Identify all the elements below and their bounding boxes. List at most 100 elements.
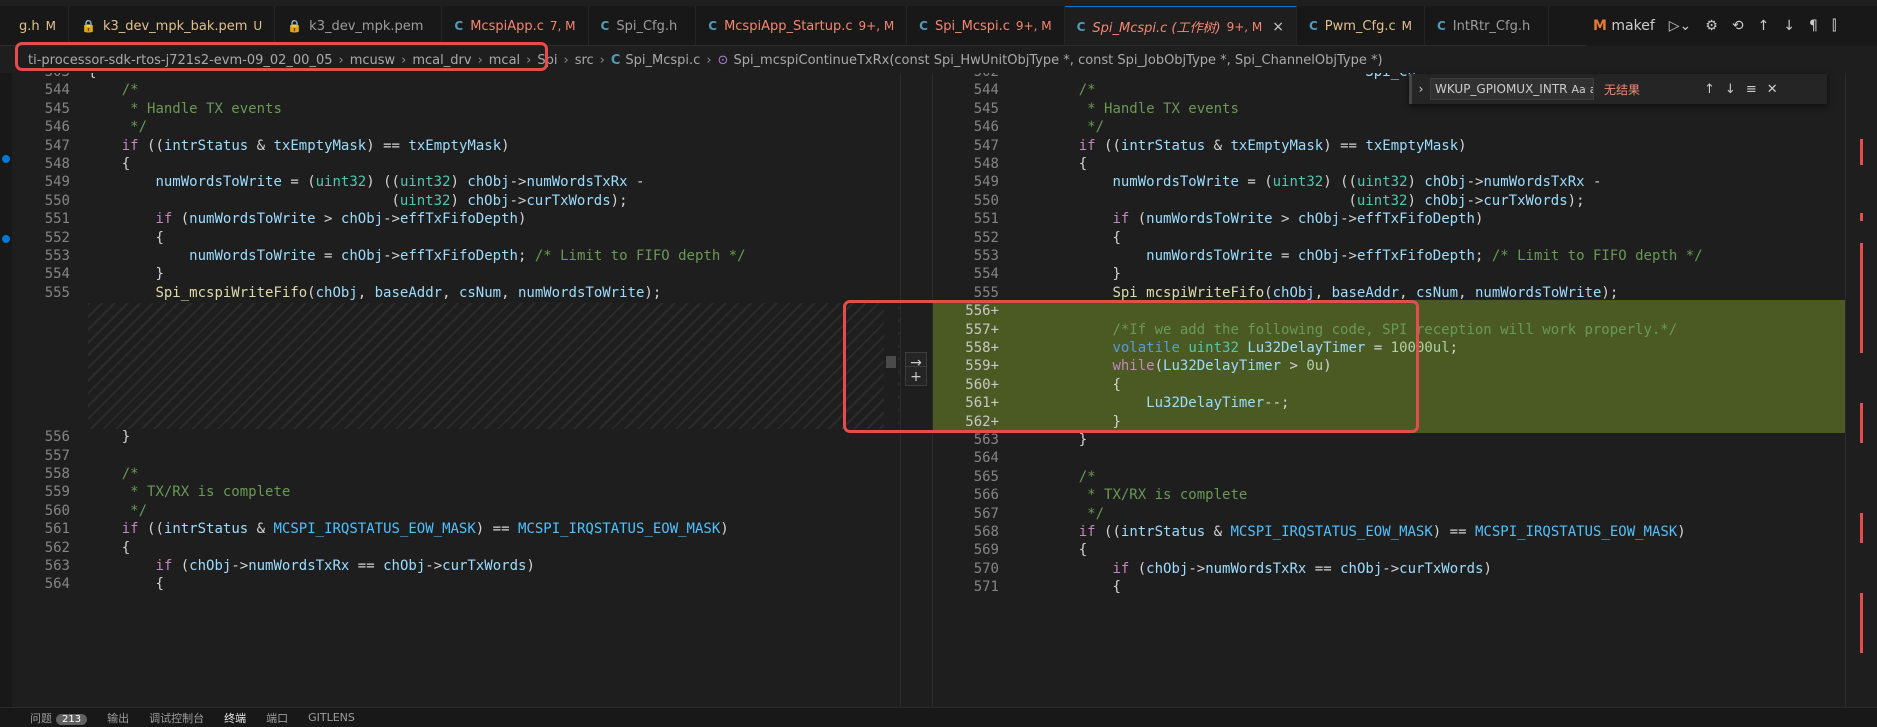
stage-plus-icon[interactable]: + [905,366,927,386]
tab-6[interactable]: C Spi_Mcspi.c 9+, M [907,6,1065,45]
code-text: { [1112,579,1121,596]
editor-actions: M makef ▷⌄ ⚙ ⟲ ↑ ↓ ¶ ⫿ [1587,6,1877,46]
tab-label: Pwm_Cfg.c [1324,18,1396,34]
tab-badge: 9+, M [1226,19,1263,34]
breadcrumb-item[interactable]: mcal_drv [412,53,471,68]
makefile-icon: M [1593,18,1607,34]
panel-tab-problems[interactable]: 问题 213 [30,710,88,726]
left-scrollbar[interactable] [884,73,898,707]
change-marker [1860,243,1863,353]
menu-icon[interactable]: ≡ [1746,82,1757,97]
breadcrumb-item[interactable]: mcal [489,53,520,68]
find-widget: › WKUP_GPIOMUX_INTRAaab.* 无结果 ↑ ↓ ≡ ✕ [1409,74,1827,104]
code-text: Spi_mcspiWriteFifo(chObj, baseAddr, csNu… [155,284,662,301]
modified-code-line[interactable]: 571 { [933,576,1877,598]
chevron-right-icon[interactable]: › [1412,82,1430,96]
next-match-icon[interactable]: ↓ [1725,82,1736,97]
chevron-right-icon: › [401,52,407,68]
pilcrow-icon[interactable]: ¶ [1809,18,1818,34]
tab-label: IntRtr_Cfg.h [1452,18,1531,34]
tab-0[interactable]: g.h M [0,6,69,45]
find-input[interactable]: WKUP_GPIOMUX_INTRAaab.* [1430,78,1594,100]
panel-tab-ports[interactable]: 端口 [266,710,288,726]
line-number: 564 [44,576,70,593]
breadcrumb: ti-processor-sdk-rtos-j721s2-evm-09_02_0… [0,47,1877,73]
breadcrumb-item[interactable]: Spi [537,53,557,68]
arrow-down-icon[interactable]: ↓ [1783,18,1795,34]
previous-match-icon[interactable]: ↑ [1704,82,1715,97]
c-file-icon: C [919,19,928,33]
match-case-toggle[interactable]: Aa [1572,83,1586,96]
breadcrumb-item[interactable]: mcusw [350,53,395,68]
chevron-right-icon: › [563,52,569,68]
tab-8[interactable]: C Pwm_Cfg.c M [1297,6,1425,45]
change-marker [1860,213,1863,221]
close-icon[interactable]: ✕ [1767,82,1778,97]
tab-badge: U [253,19,263,33]
c-file-icon: C [610,52,621,68]
original-code-line[interactable]: 564 { [12,573,900,595]
activity-strip [0,73,12,707]
diff-center-bar [900,73,933,707]
tab-5[interactable]: C McspiApp_Startup.c 9+, M [696,6,908,45]
tab-badge: M [45,19,56,33]
whole-word-icon[interactable]: ab [1590,83,1593,96]
tab-9[interactable]: C IntRtr_Cfg.h [1425,6,1550,45]
panel-tabs: 问题 213 输出 调试控制台 终端 端口 GITLENS [0,707,1877,727]
run-icon[interactable]: ▷⌄ [1669,18,1692,34]
line-number: 571 [973,579,999,596]
tab-label: g.h [19,18,40,34]
tab-2[interactable]: 🔒 k3_dev_mpk.pem [275,6,443,45]
gear-icon[interactable]: ⚙ [1705,18,1718,34]
find-no-results: 无结果 [1604,82,1641,97]
c-file-icon: C [600,19,610,33]
modified-editor-pane[interactable]: 502 Spi_Ch544 /*545 * Handle TX events54… [933,73,1877,707]
breadcrumb-item[interactable]: ti-processor-sdk-rtos-j721s2-evm-09_02_0… [28,53,333,68]
panel-tab-debug-console[interactable]: 调试控制台 [149,710,204,726]
close-icon[interactable]: × [1272,19,1284,35]
tab-3[interactable]: C McspiApp.c 7, M [442,6,589,45]
tab-label: Spi_Cfg.h [616,18,678,34]
original-editor-pane[interactable]: 503{544 /*545 * Handle TX events546 */54… [12,73,900,707]
change-marker [1860,403,1863,443]
change-marker [1860,513,1863,543]
breadcrumb-item[interactable]: src [575,53,594,68]
original-code-line[interactable]: 555 Spi_mcspiWriteFifo(chObj, baseAddr, … [12,282,900,304]
c-file-icon: C [708,19,718,33]
panel-tab-gitlens[interactable]: GITLENS [308,711,355,724]
tab-badge: 7, M [549,19,576,33]
tab-7[interactable]: C Spi_Mcspi.c (工作树) 9+, M × [1064,6,1297,45]
c-file-icon: C [1076,19,1086,34]
panel-tab-output[interactable]: 输出 [107,710,129,726]
breadcrumb-symbol[interactable]: Spi_mcspiContinueTxRx(const Spi_HwUnitOb… [733,53,1382,68]
tab-label: McspiApp.c [470,18,544,34]
tab-label: Spi_Mcspi.c (工作树) [1092,21,1221,36]
tab-badge: 9+, M [858,19,895,33]
history-icon[interactable]: ⟲ [1732,18,1744,34]
tab-4[interactable]: C Spi_Cfg.h [589,6,697,45]
lock-icon: 🔒 [287,19,303,33]
chevron-right-icon: › [706,52,712,68]
tab-label: k3_dev_mpk_bak.pem [102,18,248,34]
tab-1[interactable]: 🔒 k3_dev_mpk_bak.pem U [69,6,276,45]
change-dot [2,235,10,243]
tab-badge: M [1401,19,1412,33]
arrow-up-icon[interactable]: ↑ [1758,18,1770,34]
change-marker [1860,139,1863,165]
right-overview-ruler[interactable] [1845,73,1877,707]
chevron-right-icon: › [477,52,483,68]
c-file-icon: C [1308,19,1318,33]
change-marker [1860,593,1863,653]
scroll-thumb[interactable] [886,356,896,368]
makefile-tab[interactable]: M makef [1593,18,1655,34]
change-dot [2,155,10,163]
breadcrumb-item[interactable]: Spi_Mcspi.c [625,53,700,68]
split-editor-icon[interactable]: ⫿ [1832,18,1836,34]
chevron-right-icon: › [599,52,605,68]
tab-badge: 9+, M [1015,19,1052,33]
tab-label: k3_dev_mpk.pem [309,18,424,34]
c-file-icon: C [1436,19,1446,33]
panel-tab-terminal[interactable]: 终端 [224,710,246,726]
problems-count: 213 [56,713,88,725]
code-text: { [155,576,164,593]
